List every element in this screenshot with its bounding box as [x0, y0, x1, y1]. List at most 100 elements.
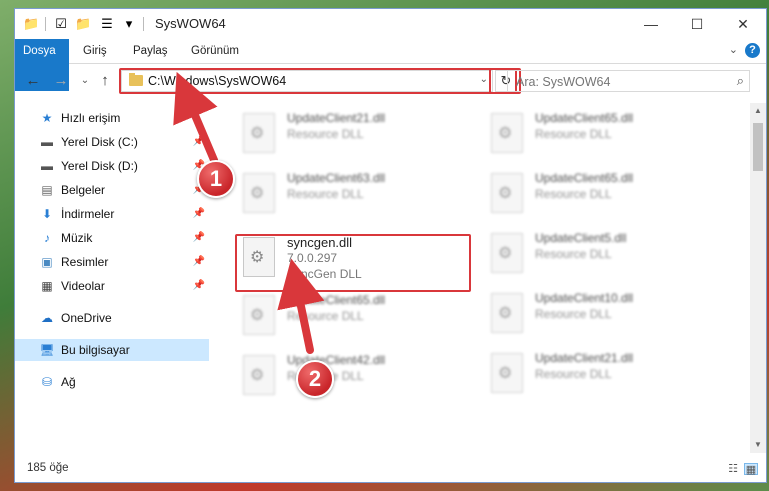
file-item[interactable]: ⚙ UpdateClient63.dll Resource DLL [239, 167, 469, 219]
sidebar-item-onedrive[interactable]: ☁ OneDrive [15, 307, 209, 329]
file-item[interactable]: ⚙ UpdateClient65.dll Resource DLL [239, 289, 469, 341]
expand-ribbon-icon[interactable]: ⌄ [729, 43, 738, 56]
pin-icon[interactable]: 📌 [193, 227, 205, 249]
tiles-view-icon[interactable]: ▦ [744, 463, 758, 476]
sidebar-item-label: OneDrive [61, 311, 112, 325]
file-description: Resource DLL [287, 187, 364, 201]
file-description: Resource DLL [535, 367, 612, 381]
sidebar-item-quick-access[interactable]: ★ Hızlı erişim [15, 107, 209, 129]
window-title: SysWOW64 [155, 16, 226, 31]
drive-icon: ▬ [41, 159, 53, 173]
explorer-window: 📁 ☑ 📁 ☰ ▾ SysWOW64 — ☐ ✕ Dosya Giriş Pay… [14, 8, 767, 483]
file-description: Resource DLL [287, 127, 364, 141]
dll-file-icon: ⚙ [491, 293, 523, 333]
search-icon[interactable]: ⌕ [737, 73, 744, 89]
sidebar-item-label: Müzik [61, 231, 93, 245]
dll-file-icon: ⚙ [491, 173, 523, 213]
computer-icon: 🖥 [39, 343, 55, 357]
address-highlight [119, 68, 517, 94]
step-badge-2: 2 [296, 360, 334, 398]
customize-toolbar-icon[interactable]: ☰ [99, 16, 115, 32]
step-badge-1: 1 [197, 160, 235, 198]
scrollbar-thumb[interactable] [753, 123, 763, 171]
gear-icon: ⚙ [498, 125, 513, 142]
sidebar-item-label: Ağ [61, 375, 76, 389]
back-button[interactable]: ← [23, 71, 43, 91]
forward-button[interactable]: → [51, 71, 71, 91]
divider [45, 17, 46, 31]
documents-icon: ▤ [41, 183, 53, 197]
pin-icon[interactable]: 📌 [193, 203, 205, 225]
recent-locations-button[interactable]: ⌄ [75, 71, 95, 91]
search-input[interactable] [514, 74, 718, 90]
tab-share[interactable]: Paylaş [123, 39, 178, 63]
sidebar-item-local-disk-d[interactable]: ▬ Yerel Disk (D:) 📌 [15, 155, 209, 177]
tab-view[interactable]: Görünüm [181, 39, 249, 63]
search-box[interactable]: ⌕ [507, 70, 750, 92]
video-icon: ▦ [41, 279, 53, 293]
gear-icon: ⚙ [498, 365, 513, 382]
sidebar-item-pictures[interactable]: ▣ Resimler 📌 [15, 251, 209, 273]
file-item[interactable]: ⚙ UpdateClient5.dll Resource DLL [487, 227, 717, 279]
tab-home[interactable]: Giriş [73, 39, 117, 63]
file-description: Resource DLL [535, 307, 612, 321]
sidebar-item-label: Videolar [61, 279, 105, 293]
file-item[interactable]: ⚙ UpdateClient21.dll Resource DLL [487, 347, 717, 399]
minimize-button[interactable]: — [628, 9, 674, 39]
maximize-button[interactable]: ☐ [674, 9, 720, 39]
sidebar-item-documents[interactable]: ▤ Belgeler 📌 [15, 179, 209, 201]
new-folder-icon[interactable]: 📁 [75, 16, 91, 32]
close-button[interactable]: ✕ [720, 9, 766, 39]
pin-icon[interactable]: 📌 [193, 251, 205, 273]
file-description: Resource DLL [535, 247, 612, 261]
navigation-bar: ← → ⌄ ↑ C:\Windows\SysWOW64 ⌄ ↻ ⌕ [15, 65, 766, 97]
network-icon: ⛁ [41, 375, 53, 389]
file-description: Resource DLL [535, 127, 612, 141]
properties-icon[interactable]: ☑ [53, 16, 69, 32]
file-name: UpdateClient65.dll [287, 293, 386, 307]
dll-file-icon: ⚙ [243, 113, 275, 153]
sidebar-item-label: Yerel Disk (D:) [61, 159, 138, 173]
dll-file-icon: ⚙ [491, 113, 523, 153]
file-name: UpdateClient5.dll [535, 231, 627, 245]
scroll-down-icon[interactable]: ▼ [750, 437, 766, 453]
pictures-icon: ▣ [41, 255, 53, 269]
file-item[interactable]: ⚙ UpdateClient65.dll Resource DLL [487, 167, 717, 219]
help-icon[interactable]: ? [745, 43, 760, 58]
gear-icon: ⚙ [498, 185, 513, 202]
ribbon-tabs: Dosya Giriş Paylaş Görünüm ⌄ ? [15, 39, 766, 91]
sidebar-item-label: Belgeler [61, 183, 106, 197]
details-view-icon[interactable]: ☷ [726, 463, 740, 475]
pin-icon[interactable]: 📌 [193, 131, 205, 153]
vertical-scrollbar[interactable]: ▲ ▼ [750, 103, 766, 453]
title-bar: 📁 ☑ 📁 ☰ ▾ SysWOW64 — ☐ ✕ [15, 9, 766, 39]
up-button[interactable]: ↑ [95, 71, 115, 91]
sidebar-item-local-disk-c[interactable]: ▬ Yerel Disk (C:) 📌 [15, 131, 209, 153]
dll-file-icon: ⚙ [491, 233, 523, 273]
file-item[interactable]: ⚙ UpdateClient21.dll Resource DLL [239, 107, 469, 159]
quick-access-dropdown-icon[interactable]: ▾ [121, 16, 137, 32]
file-item[interactable]: ⚙ UpdateClient10.dll Resource DLL [487, 287, 717, 339]
file-item[interactable]: ⚙ UpdateClient65.dll Resource DLL [487, 107, 717, 159]
file-name: UpdateClient65.dll [535, 111, 634, 125]
gear-icon: ⚙ [498, 305, 513, 322]
sidebar-item-label: Bu bilgisayar [61, 343, 130, 357]
status-bar: 185 öğe ☷ ▦ [15, 455, 766, 483]
gear-icon: ⚙ [250, 185, 265, 202]
gear-icon: ⚙ [250, 367, 265, 384]
divider [143, 17, 144, 31]
sidebar-item-label: İndirmeler [61, 207, 115, 221]
sidebar-item-network[interactable]: ⛁ Ağ [15, 371, 209, 393]
sidebar-item-this-pc[interactable]: 🖥 Bu bilgisayar [15, 339, 209, 361]
pin-icon[interactable]: 📌 [193, 275, 205, 297]
sidebar-item-downloads[interactable]: ⬇ İndirmeler 📌 [15, 203, 209, 225]
sidebar-item-videos[interactable]: ▦ Videolar 📌 [15, 275, 209, 297]
sidebar-item-music[interactable]: ♪ Müzik 📌 [15, 227, 209, 249]
file-name: UpdateClient10.dll [535, 291, 634, 305]
scroll-up-icon[interactable]: ▲ [750, 103, 766, 119]
dll-file-icon: ⚙ [243, 295, 275, 335]
cloud-icon: ☁ [41, 311, 53, 325]
file-name: UpdateClient21.dll [535, 351, 634, 365]
file-name: UpdateClient65.dll [535, 171, 634, 185]
file-item[interactable]: ⚙ UpdateClient42.dll Resource DLL [239, 349, 469, 401]
